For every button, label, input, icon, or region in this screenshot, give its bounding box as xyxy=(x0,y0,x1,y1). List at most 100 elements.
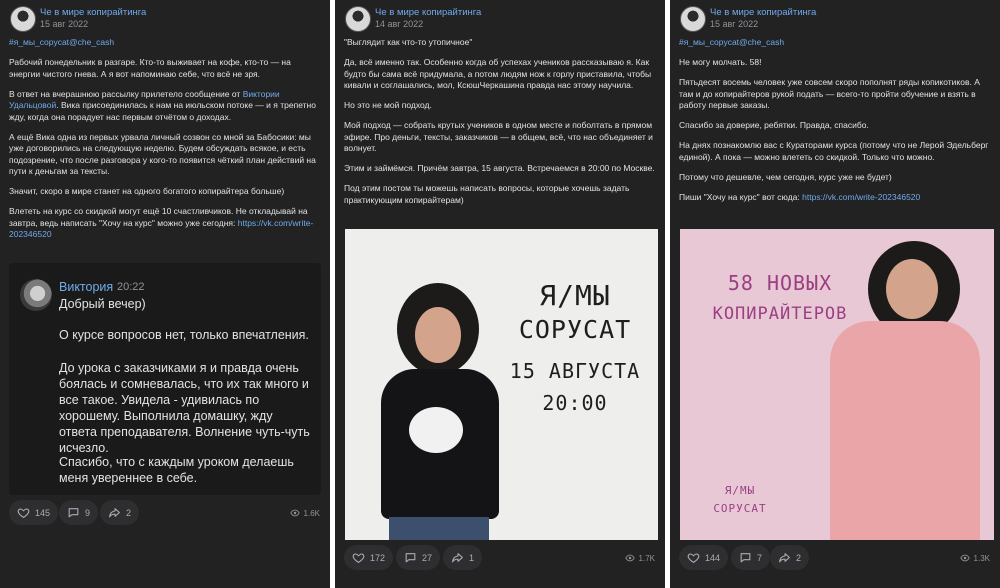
jeans-shape xyxy=(389,517,489,540)
share-icon xyxy=(452,553,463,563)
paragraph: Не могу молчать. 58! xyxy=(679,57,762,67)
message-screenshot-image[interactable]: Виктория 20:22 Добрый вечер) О курсе воп… xyxy=(9,263,321,495)
write-link[interactable]: https://vk.com/write-202346520 xyxy=(802,192,920,202)
post-header: Че в мире копирайтинга 15 авг 2022 xyxy=(8,4,328,32)
paragraph: Да, всё именно так. Особенно когда об ус… xyxy=(344,57,652,90)
comment-icon xyxy=(405,553,416,563)
eye-icon xyxy=(289,509,300,517)
paragraph: Спасибо за доверие, ребятки. Правда, спа… xyxy=(679,120,869,130)
announcement-image[interactable]: 58 НОВЫХ КОПИРАЙТЕРОВ Я/МЫ СОРУСАТ xyxy=(680,229,994,540)
paragraph: Потому что дешевле, чем сегодня, курс уж… xyxy=(679,171,892,182)
hashtag-link[interactable]: #я_мы_copycat@che_cash xyxy=(679,37,784,47)
heart-icon xyxy=(352,553,365,564)
group-name-link[interactable]: Че в мире копирайтинга xyxy=(375,7,481,18)
comment-button[interactable]: 7 xyxy=(731,545,771,570)
share-icon xyxy=(109,508,120,518)
comment-icon xyxy=(68,508,79,518)
sender-name: Виктория xyxy=(59,280,114,294)
image-line-2: КОПИРАЙТЕРОВ xyxy=(712,304,848,324)
image-line-4: СОРУСАТ xyxy=(713,502,767,515)
paragraph: В ответ на вчерашнюю рассылку прилетело … xyxy=(9,89,323,124)
group-name-link[interactable]: Че в мире копирайтинга xyxy=(710,7,816,18)
group-name-link[interactable]: Че в мире копирайтинга xyxy=(40,7,146,18)
poster-line-1: Я/МЫ xyxy=(539,279,611,312)
paragraph-text: Пиши "Хочу на курс" вот сюда: xyxy=(679,191,803,202)
dress-shape xyxy=(830,321,980,540)
poster-line-3: 15 АВГУСТА xyxy=(509,359,641,383)
message-line: До урока с заказчиками я и правда очень … xyxy=(59,361,310,455)
views-counter: 1.7K xyxy=(624,553,655,563)
like-count: 145 xyxy=(35,507,51,518)
post-text: #я_мы_copycat@che_cash Не могу молчать. … xyxy=(679,37,993,212)
group-avatar[interactable] xyxy=(10,6,36,32)
heart-icon xyxy=(17,508,30,519)
hashtag-link[interactable]: #я_мы_copycat@che_cash xyxy=(9,37,114,47)
comment-icon xyxy=(740,553,751,563)
share-count: 2 xyxy=(126,507,132,518)
cat-print-shape xyxy=(409,407,463,453)
message-line: Добрый вечер) xyxy=(59,297,146,311)
post-text: #я_мы_copycat@che_cash Рабочий понедельн… xyxy=(9,37,323,249)
paragraph: Рабочий понедельник в разгаре. Кто-то вы… xyxy=(9,57,291,79)
paragraph: Мой подход — собрать крутых учеников в о… xyxy=(344,120,653,153)
sender-avatar xyxy=(20,279,52,311)
face-shape xyxy=(886,259,938,319)
comment-button[interactable]: 27 xyxy=(396,545,441,570)
post-actions: 145 9 2 1.6K xyxy=(0,500,330,536)
paragraph: Влететь на курс со скидкой могут ещё 10 … xyxy=(9,206,323,241)
share-button[interactable]: 2 xyxy=(100,500,140,525)
comment-count: 7 xyxy=(757,552,763,563)
post-actions: 172 27 1 1.7K xyxy=(335,545,665,581)
paragraph: Но это не мой подход. xyxy=(344,100,432,110)
paragraph: А ещё Вика одна из первых урвала личный … xyxy=(9,131,316,177)
eye-icon xyxy=(624,554,635,562)
paragraph: Под этим постом ты можешь написать вопро… xyxy=(344,183,630,205)
poster-line-4: 20:00 xyxy=(542,391,608,415)
heart-icon xyxy=(687,553,700,564)
eye-icon xyxy=(959,554,970,562)
share-icon xyxy=(779,553,790,563)
message-line: О курсе вопросов нет, только впечатления… xyxy=(59,328,309,342)
views-counter: 1.6K xyxy=(289,508,320,518)
event-poster-image[interactable]: Я/МЫ СОРУСАТ 15 АВГУСТА 20:00 xyxy=(345,229,658,540)
views-count: 1.7K xyxy=(638,553,655,563)
paragraph: Пятьдесят восемь человек уже совсем скор… xyxy=(679,77,980,110)
views-count: 1.3K xyxy=(973,553,990,563)
like-count: 172 xyxy=(370,552,386,563)
image-line-3: Я/МЫ xyxy=(724,484,756,497)
like-button[interactable]: 172 xyxy=(344,545,394,570)
comment-button[interactable]: 9 xyxy=(59,500,99,525)
share-button[interactable]: 1 xyxy=(443,545,483,570)
like-button[interactable]: 144 xyxy=(679,545,729,570)
paragraph: На днях познакомлю вас с Кураторами курс… xyxy=(679,140,989,162)
post-date[interactable]: 15 авг 2022 xyxy=(40,19,88,29)
post-actions: 144 7 2 1.3K xyxy=(670,545,1000,581)
post-2: Че в мире копирайтинга 14 авг 2022 "Выгл… xyxy=(335,0,665,588)
comment-count: 9 xyxy=(85,507,91,518)
paragraph-text: В ответ на вчерашнюю рассылку прилетело … xyxy=(9,88,243,99)
message-time: 20:22 xyxy=(117,281,145,293)
post-date[interactable]: 14 авг 2022 xyxy=(375,19,423,29)
paragraph: Пиши "Хочу на курс" вот сюда: https://vk… xyxy=(679,192,993,204)
share-count: 2 xyxy=(796,552,802,563)
post-date[interactable]: 15 авг 2022 xyxy=(710,19,758,29)
image-line-1: 58 НОВЫХ xyxy=(727,271,833,295)
views-count: 1.6K xyxy=(303,508,320,518)
post-1: Че в мире копирайтинга 15 авг 2022 #я_мы… xyxy=(0,0,330,588)
poster-line-2: СОРУСАТ xyxy=(518,315,632,344)
share-button[interactable]: 2 xyxy=(770,545,810,570)
post-header: Че в мире копирайтинга 14 авг 2022 xyxy=(343,4,663,32)
face-shape xyxy=(415,307,461,363)
post-text: "Выглядит как что-то утопичное" Да, всё … xyxy=(344,37,658,215)
views-counter: 1.3K xyxy=(959,553,990,563)
comment-count: 27 xyxy=(422,552,433,563)
paragraph: Этим и займёмся. Причём завтра, 15 авгус… xyxy=(344,163,655,173)
like-count: 144 xyxy=(705,552,721,563)
group-avatar[interactable] xyxy=(345,6,371,32)
paragraph: Значит, скоро в мире станет на одного бо… xyxy=(9,186,285,196)
paragraph-text: . Вика присоединилась к нам на июльском … xyxy=(9,100,316,122)
like-button[interactable]: 145 xyxy=(9,500,59,525)
group-avatar[interactable] xyxy=(680,6,706,32)
message-line: Спасибо, что с каждым уроком делаешь мен… xyxy=(59,455,294,485)
paragraph: "Выглядит как что-то утопичное" xyxy=(344,37,473,47)
